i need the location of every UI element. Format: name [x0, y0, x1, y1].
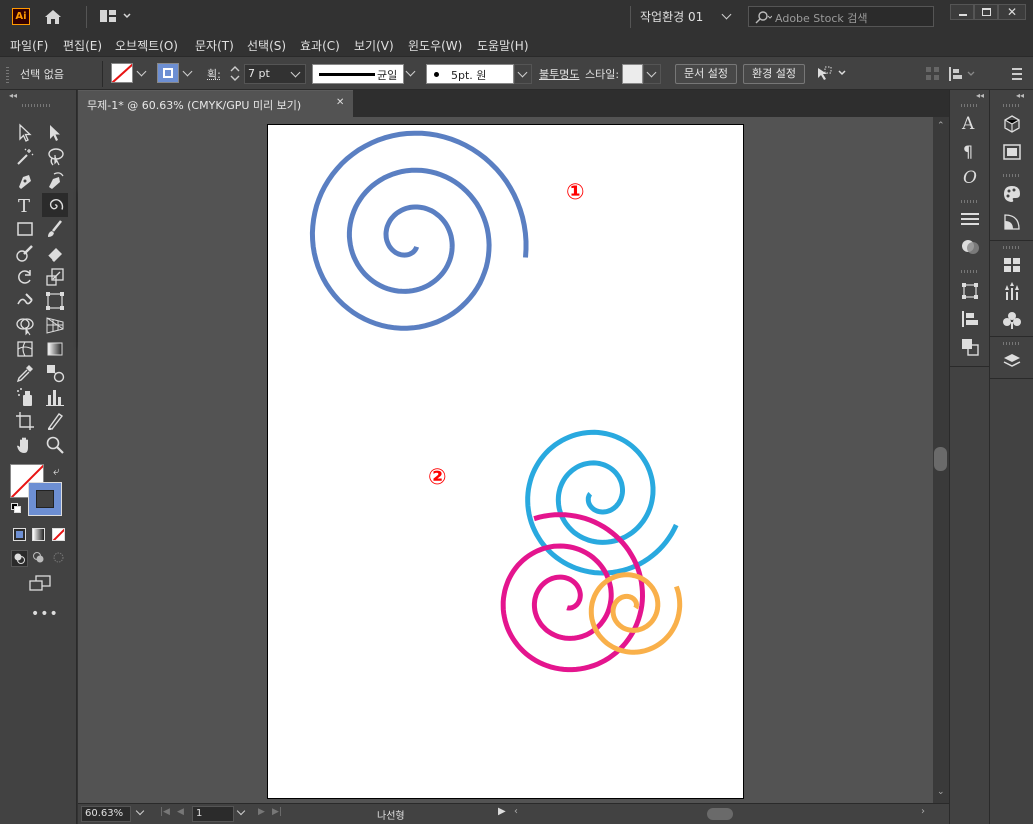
- color-guide-icon[interactable]: [1002, 212, 1022, 232]
- status-tool-name: 나선형: [377, 811, 405, 822]
- scroll-down-icon[interactable]: ⌄: [937, 787, 945, 797]
- 3d-materials-icon[interactable]: [1002, 114, 1022, 134]
- spiral-blue[interactable]: [309, 130, 529, 331]
- brushes-panel-icon[interactable]: [1002, 282, 1022, 302]
- opentype-panel-icon[interactable]: O: [963, 168, 977, 188]
- pathfinder-panel-icon[interactable]: [961, 338, 979, 356]
- stroke-panel-icon[interactable]: [961, 212, 979, 226]
- right-panel-dock-2: ◂◂: [989, 90, 1033, 824]
- horizontal-scroll-thumb[interactable]: [707, 808, 733, 820]
- character-panel-icon[interactable]: A: [962, 114, 974, 134]
- status-menu-icon[interactable]: ▶: [498, 806, 506, 817]
- previous-artboard-icon[interactable]: ◀: [177, 807, 184, 817]
- align-panel-icon[interactable]: [961, 310, 979, 328]
- dock-1-collapse-icon[interactable]: ◂◂: [976, 91, 984, 100]
- scroll-thumb[interactable]: [934, 447, 947, 471]
- zoom-value: 60.63%: [85, 808, 124, 819]
- status-bar: 60.63% |◀ ◀ 1 ▶ ▶| 나선형 ▶ ‹ ›: [78, 803, 949, 824]
- last-artboard-icon[interactable]: ▶|: [272, 807, 282, 817]
- symbols-panel-icon[interactable]: [1002, 310, 1022, 330]
- scroll-left-icon[interactable]: ‹: [514, 806, 518, 817]
- vertical-scrollbar[interactable]: ⌃ ⌄: [933, 117, 949, 803]
- next-artboard-icon[interactable]: ▶: [258, 807, 265, 817]
- dock-2-collapse-icon[interactable]: ◂◂: [1016, 91, 1024, 100]
- horizontal-scrollbar[interactable]: [526, 807, 916, 821]
- zoom-field[interactable]: 60.63%: [81, 806, 131, 822]
- artboard-number-field[interactable]: 1: [192, 806, 234, 822]
- transform-panel-icon[interactable]: [961, 282, 979, 300]
- libraries-panel-icon[interactable]: [1002, 142, 1022, 162]
- layers-panel-icon[interactable]: [1002, 352, 1022, 370]
- scroll-right-icon[interactable]: ›: [921, 806, 925, 817]
- color-panel-icon[interactable]: [1002, 184, 1022, 204]
- transparency-panel-icon[interactable]: [961, 238, 981, 256]
- swatches-panel-icon[interactable]: [1002, 256, 1022, 274]
- scroll-up-icon[interactable]: ⌃: [937, 121, 945, 131]
- annotation-marker-1: ①: [566, 180, 585, 205]
- right-panel-dock-1: ◂◂ A ¶ O: [949, 90, 990, 824]
- artwork-layer: [309, 130, 683, 673]
- spiral-cyan[interactable]: [525, 429, 679, 576]
- paragraph-panel-icon[interactable]: ¶: [963, 142, 973, 161]
- annotation-marker-2: ②: [428, 465, 447, 490]
- first-artboard-icon[interactable]: |◀: [160, 807, 170, 817]
- artboard-number: 1: [196, 808, 203, 819]
